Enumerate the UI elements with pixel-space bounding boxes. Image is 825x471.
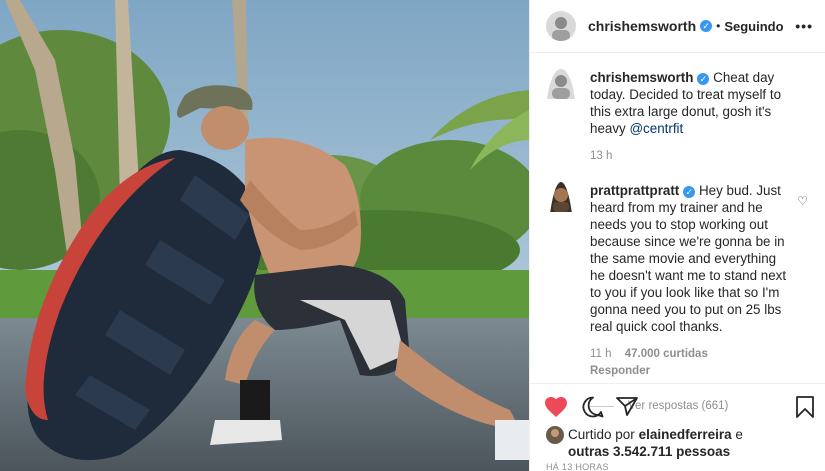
more-options-icon[interactable]: •••	[795, 18, 813, 34]
action-bar	[530, 383, 825, 423]
comments-list: chrishemsworth ✓ Cheat day today. Decided…	[530, 69, 825, 412]
post-timestamp[interactable]: HÁ 13 HORAS	[546, 462, 609, 471]
commenter-username[interactable]: prattprattpratt	[590, 183, 679, 198]
author-avatar[interactable]	[546, 11, 576, 41]
avatar-image-icon	[546, 69, 576, 99]
verified-badge-icon: ✓	[697, 73, 710, 85]
verified-badge-icon: ✓	[683, 186, 696, 198]
post-photo[interactable]	[0, 0, 529, 471]
others-count-link[interactable]: outras 3.542.711 pessoas	[568, 444, 730, 459]
following-button[interactable]: Seguindo	[724, 19, 783, 34]
liker-username[interactable]: elainedferreira	[639, 427, 732, 442]
comment-item: prattprattpratt ✓ Hey bud. Just heard fro…	[530, 182, 825, 380]
liked-by-connector: e	[735, 427, 743, 442]
caption-body: chrishemsworth ✓ Cheat day today. Decided…	[590, 69, 790, 165]
comment-likes[interactable]: 47.000 curtidas	[625, 348, 708, 360]
caption-time[interactable]: 13 h	[590, 150, 612, 162]
separator-dot: •	[716, 19, 721, 33]
caption-mention-link[interactable]: @centrfit	[629, 121, 683, 136]
post-header: chrishemsworth ✓ • Seguindo •••	[530, 0, 825, 53]
like-heart-icon[interactable]	[544, 396, 568, 418]
avatar-image-icon	[546, 426, 564, 444]
liker-avatar[interactable]	[546, 426, 564, 444]
comment-text: Hey bud. Just heard from my trainer and …	[590, 183, 787, 334]
comment-meta: 11 h 47.000 curtidas Responder	[590, 346, 790, 380]
caption-username[interactable]: chrishemsworth	[590, 70, 693, 85]
post-image	[0, 0, 529, 471]
avatar-image-icon	[546, 182, 576, 212]
verified-badge-icon: ✓	[700, 20, 713, 32]
caption-meta: 13 h	[590, 148, 790, 165]
liked-by-text: Curtido por elainedferreira e outras 3.5…	[568, 426, 743, 460]
author-username[interactable]: chrishemsworth	[588, 18, 696, 34]
caption-avatar[interactable]	[546, 69, 576, 165]
save-bookmark-icon[interactable]	[796, 396, 814, 418]
post-side-panel: chrishemsworth ✓ • Seguindo ••• chrishem…	[529, 0, 825, 471]
commenter-avatar[interactable]	[546, 182, 576, 380]
liked-by-prefix: Curtido por	[568, 427, 635, 442]
comment-body: prattprattpratt ✓ Hey bud. Just heard fro…	[590, 182, 790, 380]
avatar-image-icon	[546, 11, 576, 41]
comment-time[interactable]: 11 h	[590, 348, 612, 360]
comment-like-heart-icon[interactable]: ♡	[797, 194, 808, 208]
share-send-icon[interactable]	[616, 396, 638, 417]
instagram-post-modal: chrishemsworth ✓ • Seguindo ••• chrishem…	[0, 0, 825, 471]
liked-by-section: Curtido por elainedferreira e outras 3.5…	[546, 426, 743, 460]
reply-button[interactable]: Responder	[590, 365, 650, 377]
caption: chrishemsworth ✓ Cheat day today. Decided…	[530, 69, 825, 165]
comment-bubble-icon[interactable]	[582, 396, 604, 418]
